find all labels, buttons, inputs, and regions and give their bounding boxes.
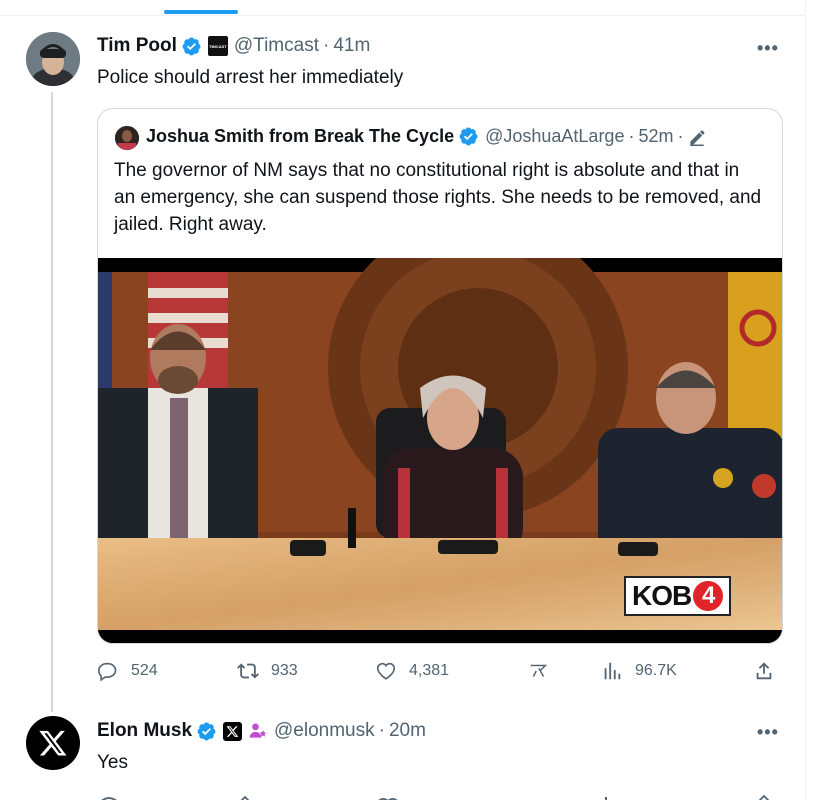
separator: · [322,35,330,56]
affiliate-badge[interactable]: TIMCAST [207,36,228,56]
active-tab-indicator [164,10,238,14]
avatar-joshua-smith[interactable] [115,126,139,150]
repost-icon [237,663,259,679]
like-count: 4,381 [409,662,450,679]
like-button[interactable]: 4,381 [375,660,449,682]
affiliate-badge-text: TIMCAST [209,43,227,49]
tab-strip [0,0,806,16]
edit-pencil-icon[interactable] [687,127,707,147]
thread-connector-line [51,92,53,712]
quoted-author-handle[interactable]: @JoshuaAtLarge [485,126,624,147]
avatar-elon-musk[interactable] [26,716,80,770]
station-logo-text: KOB [632,580,692,611]
views-icon [604,662,621,680]
repost-count: 933 [271,662,298,679]
quoted-author-name[interactable]: Joshua Smith from Break The Cycle [146,126,454,147]
reply-count: 524 [131,662,158,679]
views-count: 96.7K [635,662,677,679]
reply-text: Yes [97,752,128,773]
timeline-column: Tim Pool TIMCAST @Timcast · 41m ••• Poli… [0,0,806,800]
x-logo-icon [39,730,67,756]
grok-icon [530,664,548,677]
quoted-tweet-text: The governor of NM says that no constitu… [114,160,762,235]
like-icon [376,662,396,680]
reply-timestamp[interactable]: 20m [389,720,426,742]
quoted-tweet-header: Joshua Smith from Break The Cycle @Joshu… [146,126,707,147]
verified-icon[interactable] [181,36,202,57]
more-icon[interactable]: ••• [757,38,779,59]
separator: · [677,126,684,146]
share-icon [756,662,772,680]
tweet-action-bar: 524 933 4,381 96.7K [97,660,787,690]
share-button[interactable] [753,660,775,682]
author-handle[interactable]: @Timcast [234,35,319,57]
repost-button[interactable]: 933 [237,660,298,682]
verified-icon[interactable] [458,126,479,147]
separator: · [378,720,385,741]
station-logo-number: 4 [693,581,724,611]
tweet-header: Tim Pool TIMCAST @Timcast · 41m [97,35,370,57]
author-name[interactable]: Tim Pool [97,35,177,57]
reply-author-name[interactable]: Elon Musk [97,720,192,742]
reply-icon [98,662,117,682]
reply-header: Elon Musk @elonmusk · 20m [97,720,426,742]
embedded-video[interactable]: KOB 4 [98,258,782,643]
quoted-timestamp[interactable]: 52m [638,126,673,147]
reply-author-handle[interactable]: @elonmusk [274,720,375,742]
reply-action-bar-partial [97,790,787,800]
avatar-tim-pool[interactable] [26,32,80,86]
more-icon[interactable]: ••• [757,722,779,743]
verified-icon[interactable] [196,721,217,742]
x-logo-icon [226,725,239,737]
partial-action-icons [101,794,770,800]
station-logo: KOB 4 [624,576,732,616]
x-affiliate-badge[interactable] [223,721,243,741]
timestamp[interactable]: 41m [333,35,370,57]
reply-button[interactable]: 524 [97,660,158,682]
grok-button[interactable] [527,660,549,682]
views-button[interactable]: 96.7K [601,660,677,682]
separator: · [628,126,635,146]
quoted-tweet-card[interactable]: Joshua Smith from Break The Cycle @Joshu… [97,108,783,644]
subscriber-badge-icon[interactable] [248,721,268,741]
tweet-text: Police should arrest her immediately [97,67,404,88]
